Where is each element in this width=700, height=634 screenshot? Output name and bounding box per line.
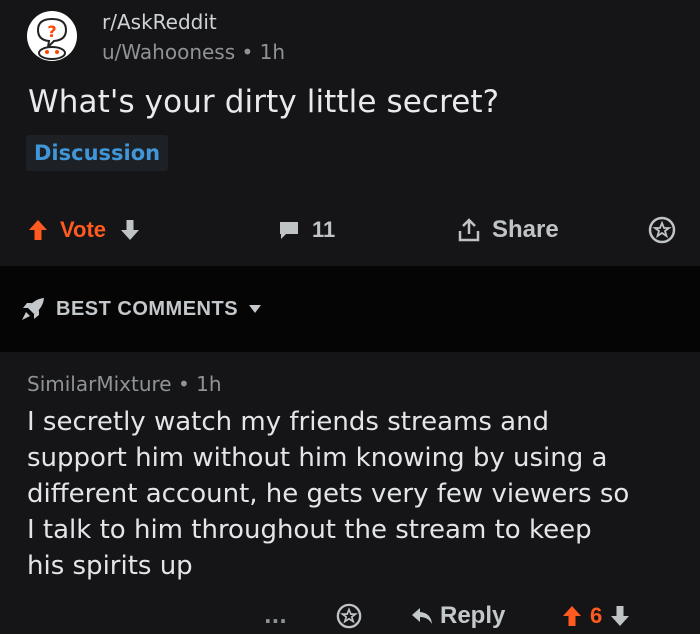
comment-score: 6 xyxy=(590,603,603,628)
comment-count: 11 xyxy=(312,217,336,242)
more-icon: ... xyxy=(264,604,287,628)
share-label: Share xyxy=(492,216,559,243)
comment-body: I secretly watch my friends streams and … xyxy=(27,404,677,584)
sort-dropdown[interactable]: BEST COMMENTS xyxy=(20,296,262,322)
comment-body-line: different account, he gets very few view… xyxy=(27,479,630,509)
post-card: ? r/AskReddit u/Wahooness • 1h What's yo… xyxy=(0,0,700,266)
comment-body-line: I secretly watch my friends streams and xyxy=(27,407,550,437)
comment-card: SimilarMixture • 1h I secretly watch my … xyxy=(0,352,700,634)
subreddit-avatar-icon[interactable]: ? xyxy=(26,10,78,62)
share-icon xyxy=(458,218,480,242)
more-button[interactable]: ... xyxy=(264,598,287,634)
post-author-meta[interactable]: u/Wahooness • 1h xyxy=(102,40,285,64)
subreddit-name[interactable]: r/AskReddit xyxy=(102,10,217,34)
comment-award-button[interactable] xyxy=(336,598,362,634)
comment-body-line: I talk to him throughout the stream to k… xyxy=(27,515,592,545)
comments-sort-bar: BEST COMMENTS xyxy=(0,266,700,352)
award-icon xyxy=(336,603,362,629)
comment-actions-bar: ... Reply 6 xyxy=(0,598,700,634)
sort-label: BEST COMMENTS xyxy=(56,297,239,320)
comment-author-meta[interactable]: SimilarMixture • 1h xyxy=(27,372,222,396)
post-title[interactable]: What's your dirty little secret? xyxy=(28,84,499,120)
comments-button[interactable]: 11 xyxy=(278,206,335,254)
vote-label: Vote xyxy=(60,217,107,242)
downvote-icon[interactable] xyxy=(120,219,140,241)
post-flair[interactable]: Discussion xyxy=(26,135,169,171)
chevron-down-icon xyxy=(249,305,262,313)
vote-control: Vote xyxy=(28,206,140,254)
rocket-icon xyxy=(22,298,44,320)
share-button[interactable]: Share xyxy=(456,206,559,254)
award-button[interactable] xyxy=(648,206,676,254)
reply-icon xyxy=(412,608,432,624)
upvote-icon[interactable] xyxy=(28,219,48,241)
post-actions-bar: Vote 11 Share xyxy=(0,206,700,254)
reply-button[interactable]: Reply xyxy=(410,598,505,634)
comment-body-line: his spirits up xyxy=(27,551,193,581)
svg-text:?: ? xyxy=(47,22,56,41)
comment-body-line: support him without him knowing by using… xyxy=(27,443,608,473)
upvote-icon[interactable] xyxy=(562,605,582,627)
comment-vote-control: 6 xyxy=(562,598,630,634)
award-icon xyxy=(648,216,676,244)
reply-label: Reply xyxy=(440,602,506,629)
comment-icon xyxy=(280,222,298,239)
downvote-icon[interactable] xyxy=(610,605,630,627)
